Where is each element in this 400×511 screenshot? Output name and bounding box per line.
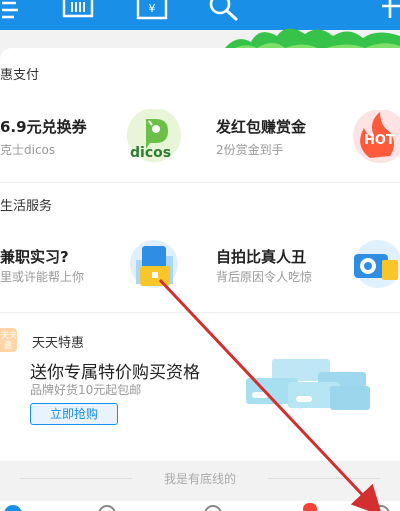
divider bbox=[0, 182, 400, 183]
buy-now-button[interactable]: 立即抢购 bbox=[30, 403, 118, 425]
promo-badge-text-2: 惠 bbox=[4, 341, 12, 350]
life-item-sub: 里或许能帮上你 bbox=[0, 270, 85, 284]
promo-title: 送你专属特价购买资格 bbox=[30, 363, 200, 383]
promo-sub: 品牌好货10元起包邮 bbox=[30, 383, 142, 397]
barcode-pay-icon[interactable] bbox=[62, 0, 94, 20]
promo-badge-icon: 天天 惠 bbox=[0, 328, 17, 352]
section-title-life: 生活服务 bbox=[0, 199, 53, 214]
plus-icon[interactable] bbox=[380, 0, 400, 22]
receipt-yuan-icon[interactable]: ¥ bbox=[136, 0, 168, 22]
notification-badge bbox=[303, 503, 317, 511]
dicos-logo-text: dicos bbox=[130, 145, 172, 161]
camera-icon bbox=[354, 240, 400, 288]
pay-item-title: 6.9元兑换券 bbox=[0, 118, 87, 136]
pay-item-sub: 克士dicos bbox=[0, 143, 56, 157]
hot-label: HOT bbox=[364, 133, 395, 148]
pay-item-sub: 2份赏金到手 bbox=[216, 143, 284, 157]
section-title-pay: 惠支付 bbox=[0, 68, 40, 83]
life-item-title: 自拍比真人丑 bbox=[216, 248, 307, 266]
life-item-title: 兼职实习? bbox=[0, 248, 69, 266]
scan-icon[interactable] bbox=[0, 0, 22, 22]
footer-line-right bbox=[268, 478, 380, 479]
bottom-tab-bar bbox=[0, 501, 400, 511]
divider bbox=[0, 312, 400, 313]
pay-item-title: 发红包赚赏金 bbox=[216, 118, 307, 136]
promo-label: 天天特惠 bbox=[32, 336, 85, 351]
briefcase-city-icon bbox=[130, 240, 178, 288]
life-item-sub: 背后原因令人吃惊 bbox=[216, 270, 313, 284]
search-icon[interactable] bbox=[206, 0, 242, 22]
svg-text:¥: ¥ bbox=[149, 2, 156, 15]
